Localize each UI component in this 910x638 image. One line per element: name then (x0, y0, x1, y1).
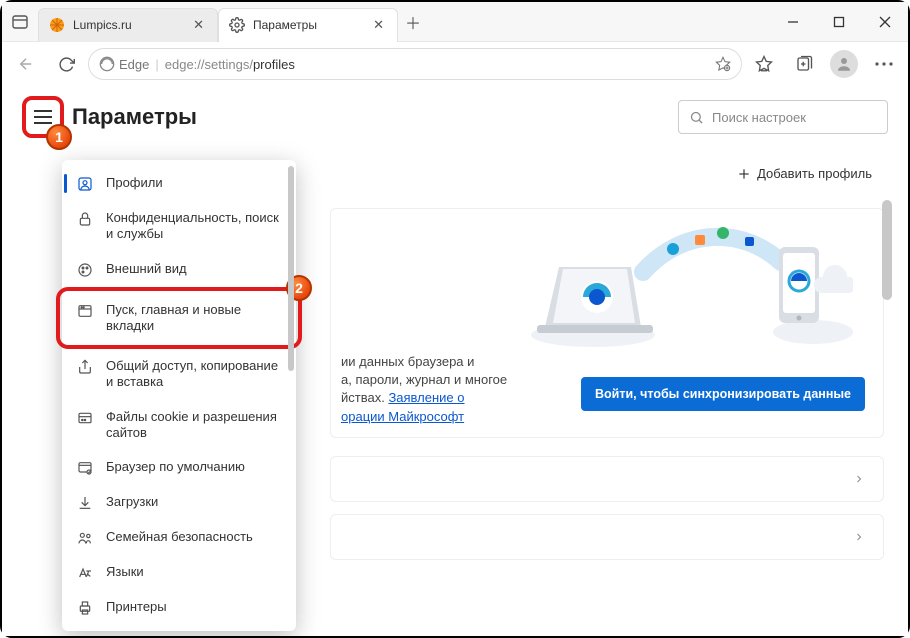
sidebar-item-label: Семейная безопасность (106, 529, 253, 545)
promo-text: ии данных браузера и а, пароли, журнал и… (341, 353, 601, 426)
sidebar-item-printers[interactable]: Принтеры (62, 590, 296, 625)
favicon-lumpics (49, 17, 65, 33)
settings-sidebar: Профили Конфиденциальность, поиск и служ… (62, 160, 296, 631)
favorites-button[interactable] (746, 46, 782, 82)
promo-illustration (523, 217, 853, 347)
privacy-link[interactable]: Заявление о (388, 390, 464, 405)
settings-card[interactable] (330, 456, 884, 502)
sidebar-item-label: Профили (106, 175, 163, 191)
sidebar-item-label: Конфиденциальность, поиск и службы (106, 210, 282, 243)
family-icon (76, 530, 94, 546)
lock-icon (76, 211, 94, 227)
back-button[interactable] (8, 46, 44, 82)
share-icon (76, 359, 94, 375)
sidebar-item-label: Браузер по умолчанию (106, 459, 245, 475)
maximize-button[interactable] (816, 2, 862, 42)
edge-icon: Edge (99, 56, 149, 72)
new-tab-button[interactable]: ＋ (398, 10, 428, 34)
tab-close-button[interactable]: ✕ (370, 17, 387, 33)
add-profile-label: Добавить профиль (757, 166, 872, 181)
window-controls (770, 2, 908, 42)
search-icon (689, 110, 704, 125)
addr-brand: Edge (119, 57, 149, 72)
gear-icon (229, 17, 245, 33)
sidebar-item-default-browser[interactable]: Браузер по умолчанию (62, 450, 296, 485)
collections-button[interactable] (786, 46, 822, 82)
sidebar-scrollbar[interactable] (288, 166, 294, 371)
permissions-icon (76, 410, 94, 426)
download-icon (76, 495, 94, 511)
window-icon (76, 303, 94, 319)
tab-label: Lumpics.ru (73, 18, 190, 32)
sidebar-item-label: Принтеры (106, 599, 167, 615)
url-text: edge://settings/profiles (165, 57, 295, 72)
paint-icon (76, 262, 94, 278)
sidebar-item-label: Языки (106, 564, 144, 580)
settings-content: 1 Параметры Поиск настроек Профили Конфи… (2, 86, 908, 636)
title-bar: Lumpics.ru ✕ Параметры ✕ ＋ (2, 2, 908, 42)
sidebar-item-share[interactable]: Общий доступ, копирование и вставка (62, 349, 296, 400)
sidebar-item-label: Файлы cookie и разрешения сайтов (106, 409, 282, 442)
add-profile-button[interactable]: Добавить профиль (737, 166, 872, 181)
chevron-right-icon (853, 531, 865, 543)
annotation-highlight-2: Пуск, главная и новые вкладки 2 (56, 287, 302, 350)
toolbar: Edge | edge://settings/profiles (2, 42, 908, 86)
address-bar[interactable]: Edge | edge://settings/profiles (88, 48, 742, 80)
profile-promo-card: ии данных браузера и а, пароли, журнал и… (330, 208, 884, 438)
chevron-right-icon (853, 473, 865, 485)
settings-menu-button[interactable]: 1 (22, 96, 64, 138)
settings-header: 1 Параметры Поиск настроек (2, 86, 908, 154)
sidebar-item-privacy[interactable]: Конфиденциальность, поиск и службы (62, 201, 296, 252)
tab-label: Параметры (253, 18, 370, 32)
sidebar-item-label: Внешний вид (106, 261, 187, 277)
favorite-add-icon[interactable] (715, 56, 731, 72)
close-button[interactable] (862, 2, 908, 42)
settings-search-input[interactable]: Поиск настроек (678, 100, 888, 134)
sidebar-item-family[interactable]: Семейная безопасность (62, 520, 296, 555)
sidebar-item-appearance[interactable]: Внешний вид (62, 252, 296, 287)
search-placeholder: Поиск настроек (712, 110, 806, 125)
more-button[interactable] (866, 46, 902, 82)
tab-settings[interactable]: Параметры ✕ (218, 8, 398, 42)
page-title: Параметры (72, 104, 197, 130)
sidebar-item-label: Пуск, главная и новые вкладки (106, 302, 282, 335)
sidebar-item-profiles[interactable]: Профили (62, 166, 296, 201)
sidebar-item-downloads[interactable]: Загрузки (62, 485, 296, 520)
settings-main: Добавить профиль (310, 160, 894, 636)
sign-in-sync-button[interactable]: Войти, чтобы синхронизировать данные (581, 377, 865, 411)
language-icon (76, 565, 94, 581)
tab-close-button[interactable]: ✕ (190, 17, 207, 33)
content-scrollbar[interactable] (882, 200, 892, 300)
profile-button[interactable] (826, 46, 862, 82)
browser-icon (76, 460, 94, 476)
sidebar-item-start[interactable]: Пуск, главная и новые вкладки (62, 293, 296, 344)
refresh-button[interactable] (48, 46, 84, 82)
profile-icon (76, 176, 94, 192)
sidebar-item-label: Загрузки (106, 494, 158, 510)
tab-manager-button[interactable] (2, 14, 38, 30)
privacy-link-2[interactable]: орации Майкрософт (341, 409, 464, 424)
sidebar-item-cookies[interactable]: Файлы cookie и разрешения сайтов (62, 400, 296, 451)
printer-icon (76, 600, 94, 616)
tab-lumpics[interactable]: Lumpics.ru ✕ (38, 8, 218, 42)
sidebar-item-languages[interactable]: Языки (62, 555, 296, 590)
minimize-button[interactable] (770, 2, 816, 42)
annotation-badge-1: 1 (46, 124, 72, 150)
sidebar-item-label: Общий доступ, копирование и вставка (106, 358, 282, 391)
settings-card[interactable] (330, 514, 884, 560)
